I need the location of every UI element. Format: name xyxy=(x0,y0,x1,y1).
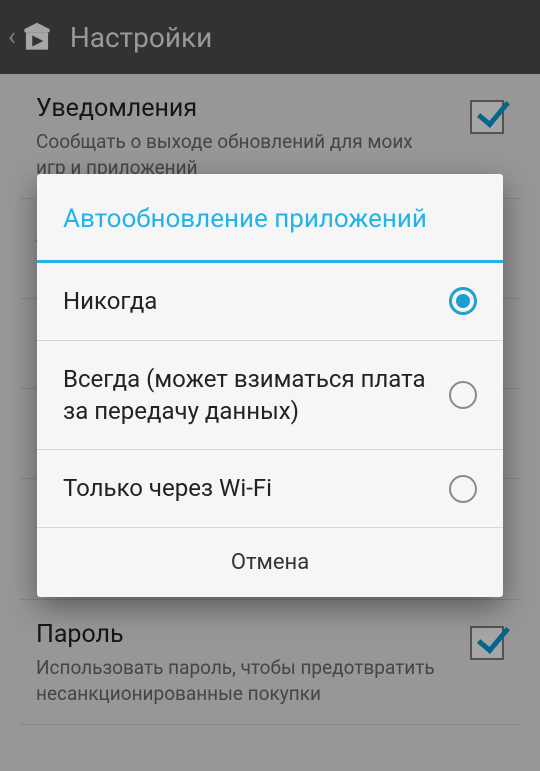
radio-icon[interactable] xyxy=(449,475,477,503)
option-wifi[interactable]: Только через Wi-Fi xyxy=(37,450,503,527)
option-label: Всегда (может взиматься плата за передач… xyxy=(63,363,449,428)
autoupdate-dialog: Автообновление приложений Никогда Всегда… xyxy=(37,174,503,597)
option-always[interactable]: Всегда (может взиматься плата за передач… xyxy=(37,341,503,451)
dialog-scrim[interactable]: Автообновление приложений Никогда Всегда… xyxy=(0,0,540,771)
radio-icon[interactable] xyxy=(449,287,477,315)
cancel-button[interactable]: Отмена xyxy=(37,528,503,597)
screen: ‹ Настройки Уведомления Сообщать о выход… xyxy=(0,0,540,771)
option-label: Никогда xyxy=(63,285,449,317)
radio-icon[interactable] xyxy=(449,381,477,409)
option-label: Только через Wi-Fi xyxy=(63,472,449,504)
dialog-title: Автообновление приложений xyxy=(37,174,503,260)
option-never[interactable]: Никогда xyxy=(37,263,503,340)
